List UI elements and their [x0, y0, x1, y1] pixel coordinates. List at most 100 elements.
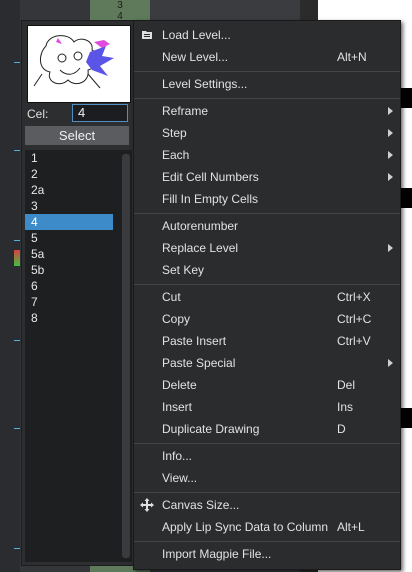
menu-item-replace-level[interactable]: Replace Level	[134, 237, 400, 259]
menu-item-step[interactable]: Step	[134, 122, 400, 144]
menu-label: Info...	[162, 449, 193, 463]
menu-label: Cut	[162, 290, 181, 304]
menu-item-import-magpie[interactable]: Import Magpie File...	[134, 543, 400, 565]
viewer-edge	[400, 408, 412, 428]
menu-label: Insert	[162, 400, 193, 414]
menu-label: Edit Cell Numbers	[162, 170, 259, 184]
menu-separator	[134, 98, 400, 99]
ruler-tick	[14, 240, 20, 241]
menu-label: Replace Level	[162, 241, 239, 255]
cel-list-item[interactable]: 6	[25, 278, 113, 294]
cel-label: Cel:	[27, 107, 49, 121]
menu-label: Delete	[162, 378, 197, 392]
menu-label: Reframe	[162, 104, 209, 118]
menu-separator	[134, 71, 400, 72]
menu-item-paste-special[interactable]: Paste Special	[134, 352, 400, 374]
viewer-edge	[400, 88, 412, 108]
menu-shortcut: Alt+L	[337, 520, 365, 534]
menu-item-paste-insert[interactable]: Paste Insert Ctrl+V	[134, 330, 400, 352]
menu-item-each[interactable]: Each	[134, 144, 400, 166]
menu-shortcut: Del	[337, 378, 356, 392]
ruler-tick	[14, 340, 20, 341]
cel-list-item[interactable]: 7	[25, 294, 113, 310]
menu-separator	[134, 541, 400, 542]
menu-label: Each	[162, 148, 190, 162]
menu-label: Canvas Size...	[162, 498, 240, 512]
cell-context-menu: Load Level... New Level... Alt+N Level S…	[133, 20, 401, 570]
menu-separator	[134, 492, 400, 493]
cel-list-item[interactable]: 5	[25, 230, 113, 246]
menu-label: View...	[162, 471, 198, 485]
ruler-tick	[14, 62, 20, 63]
cel-list-item[interactable]: 2	[25, 166, 113, 182]
cel-list-item[interactable]: 2a	[25, 182, 113, 198]
menu-item-edit-cell-numbers[interactable]: Edit Cell Numbers	[134, 166, 400, 188]
menu-shortcut: Ins	[337, 400, 354, 414]
menu-item-duplicate-drawing[interactable]: Duplicate Drawing D	[134, 418, 400, 440]
menu-item-cut[interactable]: Cut Ctrl+X	[134, 286, 400, 308]
menu-item-delete[interactable]: Delete Del	[134, 374, 400, 396]
ruler-tick	[14, 428, 20, 429]
menu-item-info[interactable]: Info...	[134, 445, 400, 467]
menu-label: Import Magpie File...	[162, 547, 272, 561]
submenu-arrow-icon	[388, 107, 393, 115]
cel-list-item[interactable]: 3	[25, 198, 113, 214]
xsheet-frame-number: 3	[117, 0, 123, 11]
cel-list-item[interactable]: 1	[25, 150, 113, 166]
menu-shortcut: Alt+N	[337, 50, 367, 64]
menu-item-canvas-size[interactable]: Canvas Size...	[134, 494, 400, 516]
menu-shortcut: Ctrl+V	[337, 334, 371, 348]
menu-label: Step	[162, 126, 187, 140]
menu-shortcut: Ctrl+C	[337, 312, 372, 326]
menu-item-autorenumber[interactable]: Autorenumber	[134, 215, 400, 237]
xsheet-frame-numbers: 3 4	[92, 0, 148, 22]
menu-item-set-key[interactable]: Set Key	[134, 259, 400, 281]
menu-item-load-level[interactable]: Load Level...	[134, 24, 400, 46]
cel-list-item-selected[interactable]: 4	[25, 214, 113, 230]
menu-separator	[134, 284, 400, 285]
select-button[interactable]: Select	[25, 126, 129, 145]
xsheet-ruler	[0, 0, 20, 572]
submenu-arrow-icon	[388, 359, 393, 367]
menu-label: Fill In Empty Cells	[162, 192, 259, 206]
menu-shortcut: D	[337, 422, 346, 436]
level-color-marker	[14, 250, 20, 266]
menu-label: Copy	[162, 312, 191, 326]
cel-list-scrollbar[interactable]	[122, 154, 130, 558]
menu-shortcut: Ctrl+X	[337, 290, 371, 304]
menu-label: Apply Lip Sync Data to Column	[162, 520, 329, 534]
submenu-arrow-icon	[388, 244, 393, 252]
menu-label: Set Key	[162, 263, 205, 277]
cel-list-item[interactable]: 8	[25, 310, 113, 326]
menu-item-fill-empty-cells[interactable]: Fill In Empty Cells	[134, 188, 400, 210]
menu-label: Paste Special	[162, 356, 236, 370]
level-thumbnail	[27, 25, 131, 103]
ruler-tick	[14, 548, 20, 549]
menu-item-new-level[interactable]: New Level... Alt+N	[134, 46, 400, 68]
menu-label: Load Level...	[162, 28, 231, 42]
menu-label: Paste Insert	[162, 334, 227, 348]
menu-item-view[interactable]: View...	[134, 467, 400, 489]
menu-item-level-settings[interactable]: Level Settings...	[134, 73, 400, 95]
cel-list-item[interactable]: 5b	[25, 262, 113, 278]
menu-label: Duplicate Drawing	[162, 422, 260, 436]
submenu-arrow-icon	[388, 173, 393, 181]
cel-selector-panel: Cel: 4 Select 1 2 2a 3 4 5 5a 5b 6 7 8	[21, 20, 136, 566]
move-arrows-icon	[140, 498, 154, 512]
cel-list-item[interactable]: 5a	[25, 246, 113, 262]
viewer-edge	[400, 188, 412, 208]
menu-label: Autorenumber	[162, 219, 239, 233]
submenu-arrow-icon	[388, 151, 393, 159]
cel-input[interactable]: 4	[72, 104, 128, 122]
menu-separator	[134, 443, 400, 444]
cel-list[interactable]: 1 2 2a 3 4 5 5a 5b 6 7 8	[25, 150, 132, 562]
menu-item-reframe[interactable]: Reframe	[134, 100, 400, 122]
menu-label: Level Settings...	[162, 77, 248, 91]
menu-item-copy[interactable]: Copy Ctrl+C	[134, 308, 400, 330]
menu-item-insert[interactable]: Insert Ins	[134, 396, 400, 418]
ruler-tick	[14, 150, 20, 151]
menu-separator	[134, 213, 400, 214]
menu-label: New Level...	[162, 50, 229, 64]
menu-item-apply-lip-sync[interactable]: Apply Lip Sync Data to Column Alt+L	[134, 516, 400, 538]
folder-icon	[140, 28, 154, 42]
